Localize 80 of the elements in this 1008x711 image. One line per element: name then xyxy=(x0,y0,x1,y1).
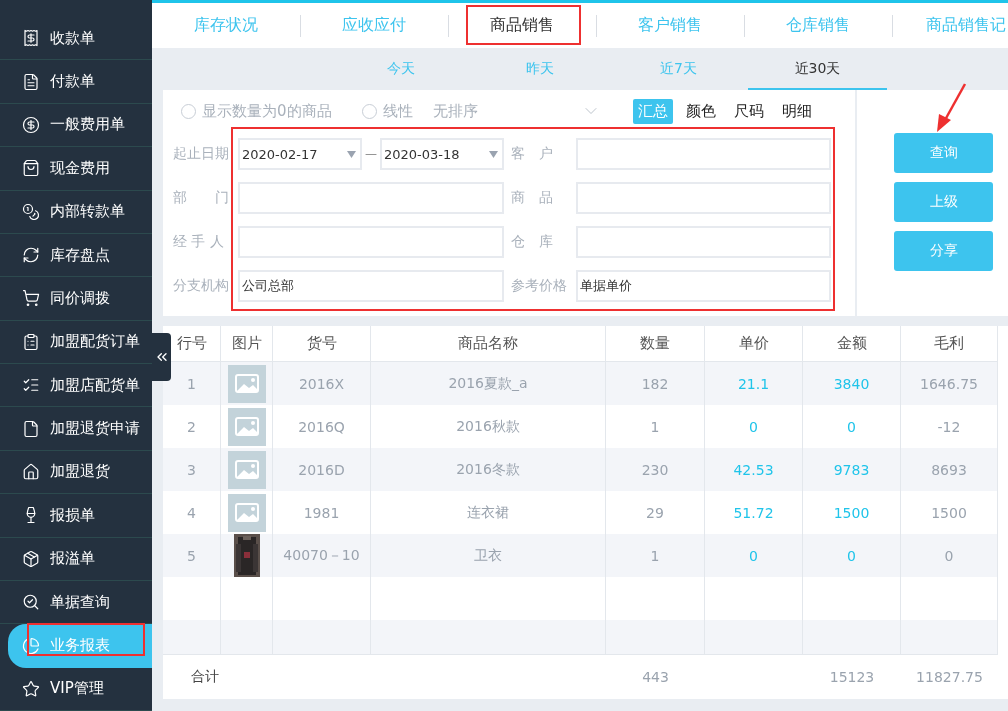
view-tab[interactable]: 颜色 xyxy=(680,98,721,124)
sidebar-item[interactable]: 内部转款单 xyxy=(0,190,152,234)
input-field[interactable]: 公司总部 xyxy=(238,270,504,302)
sidebar-item[interactable]: 同价调拨 xyxy=(0,277,152,321)
view-tab[interactable]: 明细 xyxy=(776,98,817,124)
table-cell: 0 xyxy=(803,534,901,577)
table-cell: 2016冬款 xyxy=(371,448,606,491)
bag-icon xyxy=(22,159,40,178)
house-icon xyxy=(22,462,40,481)
sidebar-item[interactable]: 报溢单 xyxy=(0,537,152,581)
field-label: 部 门 xyxy=(173,189,230,207)
field-label: 参考价格 xyxy=(511,277,568,295)
sidebar-item[interactable]: 现金费用 xyxy=(0,147,152,191)
coins-icon xyxy=(22,202,40,221)
sidebar-item[interactable]: VIP管理 xyxy=(0,667,152,711)
clipboard-icon xyxy=(22,332,40,351)
table-cell: 3840 xyxy=(803,362,901,405)
table-cell: 8693 xyxy=(901,448,998,491)
tab[interactable]: 商品销售 xyxy=(448,3,596,48)
table-cell: 1646.75 xyxy=(901,362,998,405)
table-cell: 1 xyxy=(163,362,221,405)
table-cell: 2016X xyxy=(273,362,371,405)
search-icon xyxy=(22,593,40,612)
receipt-icon xyxy=(22,29,40,48)
collapse-button[interactable] xyxy=(152,333,171,381)
table-cell: 11827.75 xyxy=(901,654,998,699)
option-label: 线性 xyxy=(382,101,413,121)
date-field[interactable]: 2020-03-18 xyxy=(380,138,504,170)
field-label: 仓 库 xyxy=(511,233,554,251)
sidebar-item[interactable]: 加盟退货申请 xyxy=(0,407,152,451)
input-field[interactable] xyxy=(576,226,831,258)
field-label: 商 品 xyxy=(511,189,554,207)
sidebar-item[interactable]: 库存盘点 xyxy=(0,233,152,278)
table-cell: 15123 xyxy=(803,654,901,699)
sidebar-item[interactable]: 报损单 xyxy=(0,494,152,538)
date-field[interactable]: 2020-02-17 xyxy=(238,138,362,170)
table-cell: 0 xyxy=(705,534,803,577)
field-label: 起止日期 xyxy=(173,145,230,163)
star-icon xyxy=(22,679,40,698)
table-cell: 9783 xyxy=(803,448,901,491)
package-icon xyxy=(22,549,40,568)
sidebar-item[interactable]: 一般费用单 xyxy=(0,103,152,148)
input-field[interactable] xyxy=(576,182,831,214)
table-cell: 21.1 xyxy=(705,362,803,405)
view-tab[interactable]: 尺码 xyxy=(728,98,769,124)
sidebar-item[interactable]: 付款单 xyxy=(0,60,152,104)
currency-icon xyxy=(22,115,40,134)
sidebar-item[interactable]: 加盟退货 xyxy=(0,450,152,495)
table-cell: 2016D xyxy=(273,448,371,491)
input-field[interactable] xyxy=(576,138,831,170)
table-cell: 5 xyxy=(163,534,221,577)
table-cell: 443 xyxy=(606,654,705,699)
refresh-icon xyxy=(22,246,40,265)
dropdown-icon xyxy=(347,150,356,158)
table-cell: 230 xyxy=(606,448,705,491)
table-cell: 42.53 xyxy=(705,448,803,491)
table-cell: 3 xyxy=(163,448,221,491)
sidebar-item[interactable]: 加盟店配货单 xyxy=(0,364,152,408)
dropdown-icon xyxy=(489,150,498,158)
input-field[interactable] xyxy=(238,182,504,214)
document-icon xyxy=(22,72,40,91)
cart-icon xyxy=(22,289,40,308)
table-cell: 1 xyxy=(606,534,705,577)
table-cell: 0 xyxy=(901,534,998,577)
input-field[interactable]: 单据单价 xyxy=(576,270,831,302)
field-label: 分支机构 xyxy=(173,277,230,295)
input-field[interactable] xyxy=(238,226,504,258)
file-icon xyxy=(22,419,40,438)
table-cell: 卫衣 xyxy=(371,534,606,577)
option-label: 显示数量为0的商品 xyxy=(202,101,332,121)
sidebar-item[interactable]: 收款单 xyxy=(0,17,152,61)
field-label: 客 户 xyxy=(511,145,554,163)
total-label: 合计 xyxy=(163,654,606,699)
date-separator: — xyxy=(364,147,378,161)
table-cell: 182 xyxy=(606,362,705,405)
table-cell: 40070－10 xyxy=(273,534,371,577)
field-label: 经 手 人 xyxy=(173,233,225,251)
table-cell: 2016夏款_a xyxy=(371,362,606,405)
sidebar-item[interactable]: 单据查询 xyxy=(0,580,152,625)
pie-chart-icon xyxy=(22,636,40,655)
